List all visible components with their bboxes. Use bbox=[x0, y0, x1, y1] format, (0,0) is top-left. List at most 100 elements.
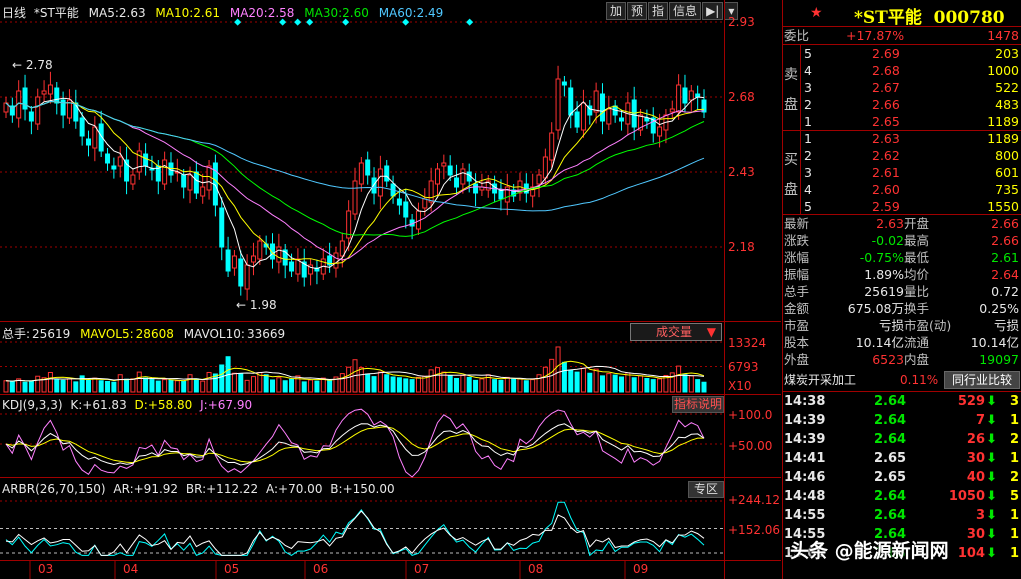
tick-price: 2.65 bbox=[874, 470, 907, 485]
order-level: 3 bbox=[804, 80, 812, 95]
down-arrow-icon: ⬇ bbox=[986, 451, 997, 466]
down-arrow-icon: ⬇ bbox=[986, 432, 997, 447]
volume-bar bbox=[599, 375, 605, 393]
volume-bar bbox=[9, 380, 15, 393]
candle-body bbox=[593, 90, 599, 113]
tick-count: 2 bbox=[1009, 432, 1019, 447]
candle-body bbox=[657, 126, 663, 137]
order-volume: 1189 bbox=[987, 114, 1019, 129]
stat-value: 亏损 bbox=[993, 318, 1019, 333]
order-volume: 203 bbox=[995, 46, 1019, 61]
stat-label: 量比 bbox=[904, 284, 930, 299]
volume-bar bbox=[250, 376, 256, 393]
price-axis-1: 2.93 bbox=[728, 15, 755, 29]
volume-bar bbox=[301, 381, 307, 393]
industry-compare-button[interactable]: 同行业比较 bbox=[944, 371, 1020, 389]
order-level: 5 bbox=[804, 199, 812, 214]
order-level: 2 bbox=[804, 148, 812, 163]
kdj-axis-2: +50.00 bbox=[728, 439, 773, 453]
month-label: 07 bbox=[414, 562, 430, 576]
order-price: 2.67 bbox=[872, 80, 900, 95]
volume-bar bbox=[143, 377, 149, 393]
candle-body bbox=[219, 207, 225, 248]
tick-volume: 30 bbox=[966, 527, 985, 542]
stat-label: 总手 bbox=[784, 284, 810, 299]
volume-bar bbox=[517, 377, 523, 393]
order-volume: 522 bbox=[995, 80, 1019, 95]
volume-bar bbox=[98, 380, 104, 393]
kdj-axis-1: +100.0 bbox=[728, 408, 773, 422]
volume-bar bbox=[650, 379, 656, 393]
industry-name[interactable]: 煤炭开采加工 bbox=[784, 370, 856, 390]
volume-bar bbox=[542, 366, 548, 393]
candle-body bbox=[136, 150, 142, 173]
volume-bar bbox=[631, 377, 637, 393]
volume-bar bbox=[612, 374, 618, 393]
down-arrow-icon: ⬇ bbox=[986, 470, 997, 485]
order-volume: 483 bbox=[995, 97, 1019, 112]
order-level: 2 bbox=[804, 97, 812, 112]
stat-label: 内盘 bbox=[904, 352, 930, 367]
volume-bar bbox=[644, 377, 650, 393]
candle-body bbox=[441, 162, 447, 167]
stat-value: 10.14亿 bbox=[970, 335, 1019, 350]
candle-body bbox=[130, 174, 136, 185]
vol-axis-1: 13324 bbox=[728, 336, 767, 350]
volume-bar bbox=[619, 376, 625, 393]
event-marker-icon bbox=[306, 18, 314, 26]
arbr-header: ARBR(26,70,150) AR:+91.92 BR:+112.22 A:+… bbox=[2, 482, 395, 496]
volume-bar bbox=[155, 380, 161, 393]
stat-value: 25619 bbox=[864, 284, 904, 299]
industry-row: 煤炭开采加工 0.11% 同行业比较 bbox=[782, 370, 1021, 390]
indicator-help-button[interactable]: 指标说明 bbox=[672, 396, 724, 413]
mavol5-label: MAVOL5: bbox=[80, 327, 134, 341]
kdj-k: +61.83 bbox=[82, 398, 127, 412]
order-price: 2.68 bbox=[872, 63, 900, 78]
stat-label: 振幅 bbox=[784, 267, 810, 282]
stat-value: 675.08万 bbox=[847, 301, 904, 316]
tick-count: 5 bbox=[1009, 489, 1019, 504]
volume-bar bbox=[270, 379, 276, 393]
volume-bar bbox=[384, 374, 390, 393]
zone-button[interactable]: 专区 bbox=[688, 481, 724, 498]
order-volume: 1000 bbox=[987, 63, 1019, 78]
order-level: 4 bbox=[804, 182, 812, 197]
stat-label: 流通 bbox=[904, 335, 930, 350]
tick-price: 2.64 bbox=[874, 413, 907, 428]
down-arrow-icon: ⬇ bbox=[986, 413, 997, 428]
candle-body bbox=[701, 99, 707, 113]
volume-bar bbox=[308, 379, 314, 393]
volume-bar bbox=[92, 377, 98, 393]
candle-body bbox=[542, 156, 548, 179]
tick-time: 14:39 bbox=[784, 432, 826, 447]
watermark: 头条 @能源新闻网 bbox=[790, 540, 949, 562]
candle-body bbox=[396, 198, 402, 206]
tick-price: 2.64 bbox=[874, 432, 907, 447]
chart-area[interactable]: 日线 *ST平能 MA5:2.63 MA10:2.61 MA20:2.58 MA… bbox=[0, 0, 781, 579]
ar-line bbox=[5, 510, 705, 556]
stat-value: 1.89% bbox=[864, 267, 904, 282]
volume-button[interactable]: 成交量 ▼ bbox=[630, 323, 722, 341]
stats-row: 市盈 亏损 市盈(动) 亏损 bbox=[782, 317, 1021, 334]
candle-body bbox=[619, 117, 625, 122]
volume-bar bbox=[536, 374, 542, 393]
stat-label: 股本 bbox=[784, 335, 810, 350]
candle-body bbox=[162, 159, 168, 185]
tick-row: 14:48 2.64 1050 ⬇ 5 bbox=[782, 487, 1021, 506]
volume-bar bbox=[638, 375, 644, 393]
tick-count: 2 bbox=[1009, 470, 1019, 485]
a-value: +70.00 bbox=[278, 482, 323, 496]
candle-body bbox=[54, 87, 60, 104]
stat-label: 均价 bbox=[904, 267, 930, 282]
tick-price: 2.64 bbox=[874, 508, 907, 523]
event-marker-icon bbox=[234, 18, 242, 26]
volume-bar bbox=[460, 374, 466, 393]
tick-time: 14:39 bbox=[784, 413, 826, 428]
star-icon[interactable]: ★ bbox=[810, 5, 823, 21]
stat-label: 金额 bbox=[784, 301, 810, 316]
buy-order-row: 5 2.59 1550 bbox=[782, 198, 1021, 215]
tick-time: 14:48 bbox=[784, 489, 826, 504]
candle-body bbox=[193, 171, 199, 194]
volume-bar bbox=[206, 371, 212, 393]
candle-body bbox=[384, 165, 390, 182]
